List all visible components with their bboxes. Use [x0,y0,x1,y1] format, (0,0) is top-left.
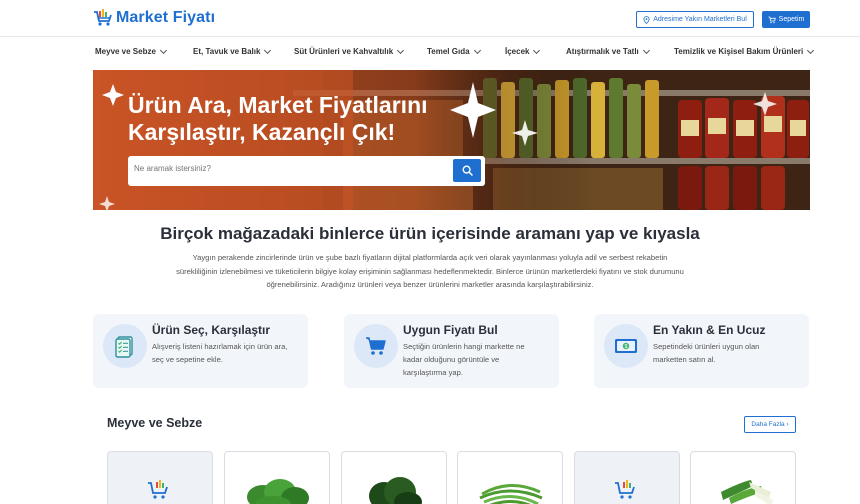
search-icon [461,165,473,176]
product-card[interactable] [690,451,796,504]
feature-line: kadar olduğunu görüntüle ve [403,355,500,364]
feature-description: Sepetindeki ürünleri uygun olan markette… [653,340,803,366]
hero-title-line1: Ürün Ara, Market Fiyatlarını [128,92,428,118]
chevron-down-icon [159,46,167,54]
logo-text: Market Fiyatı [116,9,216,26]
nav-label: Temel Gıda [427,47,470,56]
dark-greens-image [369,477,422,504]
nav-item-icecek[interactable]: İçecek [505,46,541,56]
feature-line: marketten satın al. [653,355,716,364]
product-placeholder-icon [615,480,635,499]
location-pin-icon [643,15,650,24]
hero-title: Ürün Ara, Market Fiyatlarını Karşılaştır… [128,92,428,146]
product-placeholder-icon [148,480,168,499]
feature-icon-wrap: $ [604,324,648,368]
feature-line: seç ve sepetine ekle. [152,355,223,364]
feature-card-nearest-cheapest: $ En Yakın & En Ucuz Sepetindeki ürünler… [594,314,809,388]
chevron-down-icon [397,46,405,54]
product-card[interactable] [574,451,680,504]
money-icon: $ [615,339,637,353]
nav-label: Meyve ve Sebze [95,47,156,56]
find-nearby-label: Adresime Yakın Marketleri Bul [653,16,747,23]
feature-card-select-compare: Ürün Seç, Karşılaştır Alışveriş listeni … [93,314,308,388]
intro-line: Yaygın perakende zincirlerinde ürün ve ş… [192,253,668,262]
cart-icon [768,16,776,23]
chevron-down-icon [264,46,272,54]
intro-line: öğrenebilirsiniz. Aradığınız ürünleri ve… [266,280,594,289]
nav-label: Temizlik ve Kişisel Bakım Ürünleri [674,47,804,56]
product-card[interactable] [457,451,563,504]
chevron-down-icon [807,46,815,54]
feature-icon-wrap [103,324,147,368]
nav-item-et-tavuk-balik[interactable]: Et, Tavuk ve Balık [193,46,272,56]
feature-line: karşılaştırma yap. [403,368,463,377]
hero-search-box [128,156,485,186]
nav-item-sut-urunleri[interactable]: Süt Ürünleri ve Kahvaltılık [294,46,405,56]
cart-icon [366,337,386,355]
feature-icon-wrap [354,324,398,368]
cart-button[interactable]: Sepetim [762,11,810,28]
logo[interactable]: Market Fiyatı [93,8,215,28]
nav-item-atistirmalik[interactable]: Atıştırmalık ve Tatlı [566,46,650,56]
product-card[interactable] [341,451,447,504]
nav-label: İçecek [505,47,530,56]
leek-image [721,480,773,504]
hero-banner: Ürün Ara, Market Fiyatlarını Karşılaştır… [93,70,810,210]
product-card[interactable] [107,451,213,504]
chevron-down-icon [473,46,481,54]
search-input[interactable] [134,164,434,173]
spinach-image [247,479,309,504]
feature-line: Alışveriş listeni hazırlamak için ürün a… [152,342,288,351]
search-button[interactable] [453,159,481,182]
feature-line: Seçtiğin ürünlerin hangi markette ne [403,342,525,351]
checklist-icon [115,336,133,358]
feature-line: Sepetindeki ürünleri uygun olan [653,342,760,351]
feature-title: Uygun Fiyatı Bul [403,323,498,337]
product-card[interactable] [224,451,330,504]
nav-item-meyve-sebze[interactable]: Meyve ve Sebze [95,46,167,56]
intro-title: Birçok mağazadaki binlerce ürün içerisin… [160,224,700,243]
nav-label: Süt Ürünleri ve Kahvaltılık [294,47,394,56]
feature-title: En Yakın & En Ucuz [653,323,766,337]
nav-item-temizlik[interactable]: Temizlik ve Kişisel Bakım Ürünleri [674,46,815,56]
feature-title: Ürün Seç, Karşılaştır [152,323,271,337]
hero-title-line2: Karşılaştır, Kazançlı Çık! [128,119,396,145]
svg-text:$: $ [625,344,628,350]
nav-label: Et, Tavuk ve Balık [193,47,261,56]
green-beans-image [479,484,543,504]
cart-label: Sepetim [778,16,805,23]
section-title: Meyve ve Sebze [107,416,203,430]
nav-label: Atıştırmalık ve Tatlı [566,47,639,56]
more-button[interactable]: Daha Fazla › [744,416,796,433]
category-nav: Meyve ve Sebze Et, Tavuk ve Balık Süt Ür… [0,38,860,68]
intro-line: sürekliliğinin izlenebilmesi ve tüketici… [176,266,684,276]
feature-description: Seçtiğin ürünlerin hangi markette ne kad… [403,340,553,379]
feature-description: Alışveriş listeni hazırlamak için ürün a… [152,340,302,366]
logo-cart-icon [94,9,112,26]
intro-description: Yaygın perakende zincirlerinde ürün ve ş… [170,251,690,292]
find-nearby-markets-button[interactable]: Adresime Yakın Marketleri Bul [636,11,754,28]
nav-item-temel-gida[interactable]: Temel Gıda [427,46,481,56]
top-header: Market Fiyatı Adresime Yakın Marketleri … [0,0,860,37]
feature-card-best-price: Uygun Fiyatı Bul Seçtiğin ürünlerin hang… [344,314,559,388]
chevron-down-icon [533,46,541,54]
chevron-down-icon [642,46,650,54]
